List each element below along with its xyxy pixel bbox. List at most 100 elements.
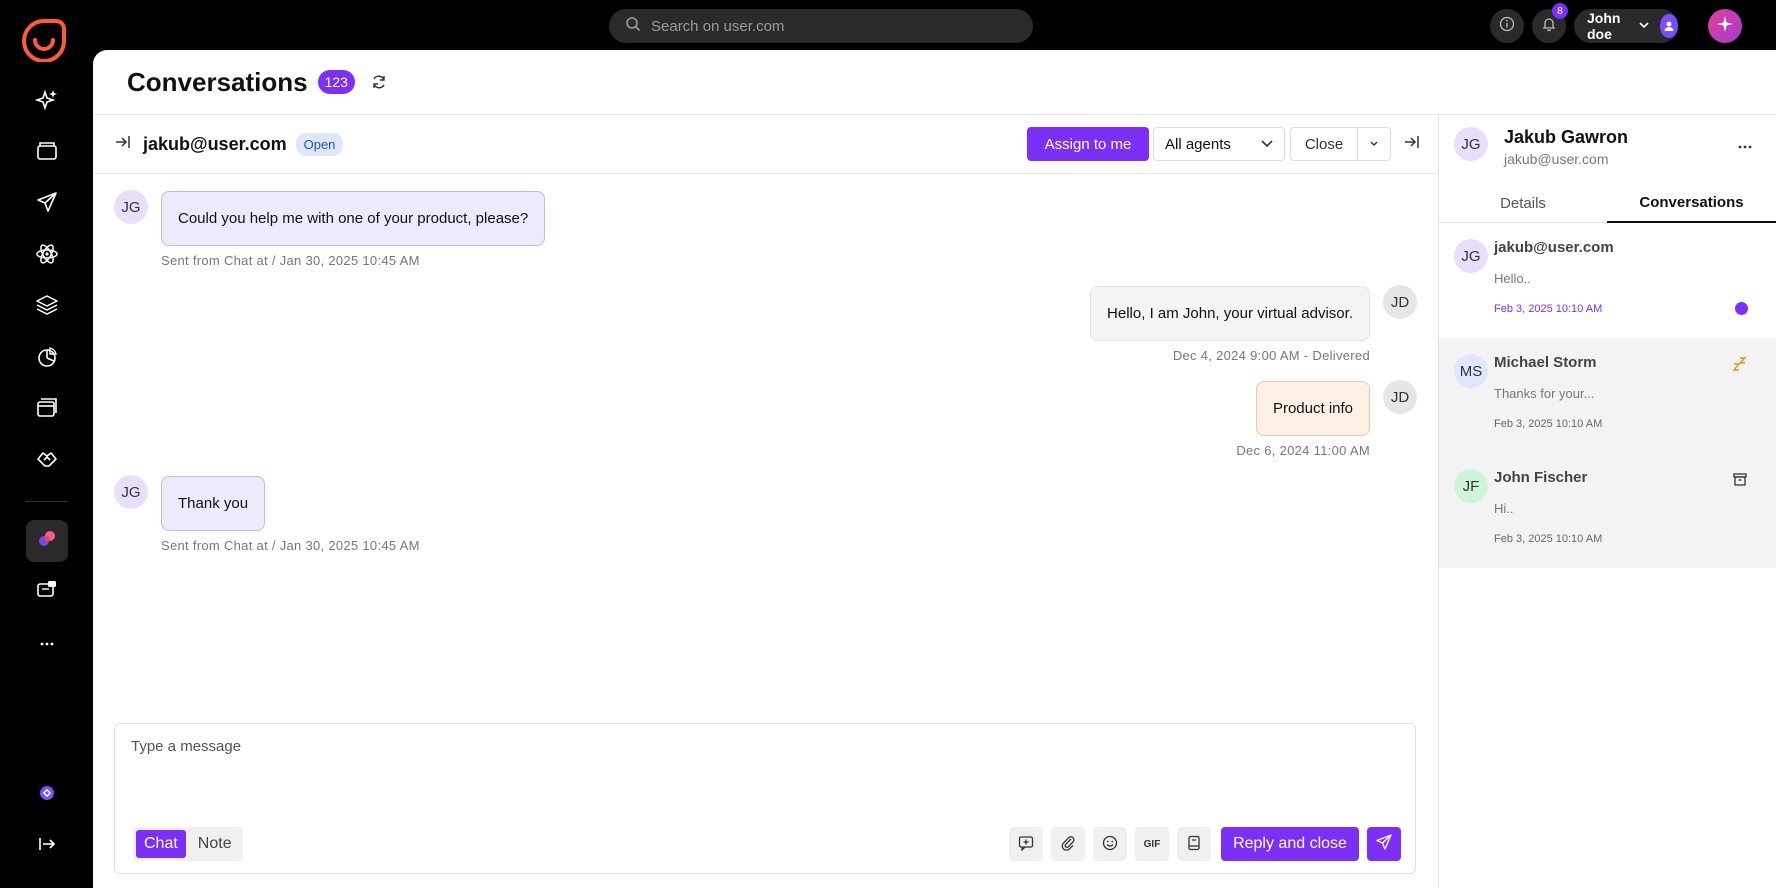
collapse-left-icon[interactable] <box>115 135 131 154</box>
page-title: Conversations <box>127 66 308 97</box>
agents-select[interactable]: All agents <box>1153 127 1285 161</box>
nav-expand[interactable] <box>26 825 68 867</box>
message-input[interactable] <box>131 738 1391 778</box>
chevron-down-icon <box>1638 18 1650 34</box>
sparkle-icon <box>1716 15 1734 38</box>
nav-deals[interactable] <box>26 440 68 482</box>
knowledge-base-button[interactable] <box>1177 827 1211 861</box>
close-options-button[interactable] <box>1358 127 1391 161</box>
windows-icon <box>36 397 58 424</box>
agents-select-value: All agents <box>1165 135 1231 153</box>
tab-conversations[interactable]: Conversations <box>1607 183 1776 223</box>
insert-snippet-button[interactable] <box>1009 827 1043 861</box>
message-bubble: Could you help me with one of your produ… <box>161 191 546 246</box>
nav-pages[interactable] <box>26 389 68 431</box>
message-avatar-jg: JG <box>114 475 148 509</box>
book-icon <box>1187 835 1201 854</box>
message-meta: Dec 6, 2024 11:00 AM <box>1236 443 1370 458</box>
tab-details[interactable]: Details <box>1439 183 1607 223</box>
sparkles-icon <box>34 88 59 117</box>
expand-sidebar-icon <box>38 836 56 857</box>
unread-dot <box>1735 302 1748 315</box>
user-avatar <box>1660 14 1678 38</box>
conversation-count-badge: 123 <box>317 70 355 94</box>
nav-analytics[interactable] <box>26 338 68 380</box>
send-icon <box>1376 833 1392 855</box>
conversation-list-item[interactable]: MS Michael Storm Thanks for your... Feb … <box>1439 338 1776 453</box>
nav-files[interactable] <box>26 132 68 174</box>
conversation-email: jakub@user.com <box>143 133 287 154</box>
conversation-list-item[interactable]: JG jakub@user.com Hello.. Feb 3, 2025 10… <box>1439 223 1776 338</box>
nav-segments[interactable] <box>26 286 68 328</box>
snooze-icon <box>1732 356 1748 377</box>
message-meta: Sent from Chat at / Jan 30, 2025 10:45 A… <box>161 253 420 268</box>
send-button[interactable] <box>1367 827 1401 861</box>
nav-conversations[interactable] <box>26 520 68 562</box>
conversation-header: jakub@user.com Open Assign to me All age… <box>93 115 1438 174</box>
notifications-button[interactable]: 8 <box>1532 3 1568 43</box>
top-bar: 8 John doe <box>0 0 1776 50</box>
ai-assistant-button[interactable] <box>1708 9 1742 43</box>
conversation-snippet: Thanks for your... <box>1494 386 1595 401</box>
folder-icon <box>36 140 58 167</box>
chat-bubbles-icon <box>36 579 58 606</box>
nav-more[interactable] <box>26 622 68 664</box>
message-bubble: Thank you <box>161 476 266 531</box>
assign-to-me-button[interactable]: Assign to me <box>1027 127 1149 161</box>
page-header: Conversations 123 <box>93 50 1776 115</box>
atom-icon <box>35 242 59 271</box>
sidebar <box>0 19 93 888</box>
workspace-icon <box>39 785 55 806</box>
send-icon <box>36 191 58 218</box>
user-name: John doe <box>1587 10 1621 42</box>
nav-ai[interactable] <box>26 81 68 123</box>
archive-icon <box>1732 471 1748 492</box>
gif-button[interactable]: GIF <box>1135 827 1169 861</box>
conversation-contact-name: Michael Storm <box>1494 354 1597 371</box>
message-bubble: Product info <box>1255 381 1370 436</box>
emoji-icon <box>1102 835 1118 854</box>
conversation-list-item[interactable]: JF John Fischer Hi.. Feb 3, 2025 10:10 A… <box>1439 453 1776 568</box>
status-badge: Open <box>295 132 344 156</box>
nav-integrations[interactable] <box>26 235 68 277</box>
layers-icon <box>35 293 59 322</box>
user-menu[interactable]: John doe <box>1574 9 1678 43</box>
conversation-time: Feb 3, 2025 10:10 AM <box>1494 533 1603 545</box>
conversation-avatar: JF <box>1454 469 1488 503</box>
analytics-icon <box>36 346 58 373</box>
mode-tab-chat[interactable]: Chat <box>136 830 186 858</box>
info-button[interactable] <box>1490 9 1524 43</box>
message-avatar-jd: JD <box>1383 380 1417 414</box>
collapse-right-icon[interactable] <box>1404 135 1420 154</box>
conversations-icon <box>36 528 58 555</box>
nav-campaigns[interactable] <box>26 183 68 225</box>
contact-pane: JG Jakub Gawron jakub@user.com Details C… <box>1439 115 1776 888</box>
close-conversation-button[interactable]: Close <box>1290 127 1358 161</box>
more-options-icon[interactable] <box>1737 134 1753 155</box>
notification-count-badge: 8 <box>1552 3 1568 19</box>
contact-avatar: JG <box>1454 127 1488 161</box>
message-avatar-jd: JD <box>1383 285 1417 319</box>
nav-live-chat[interactable] <box>26 571 68 613</box>
mode-tab-note[interactable]: Note <box>190 830 240 858</box>
message-avatar-jg: JG <box>114 190 148 224</box>
message-meta: Dec 4, 2024 9:00 AM - Delivered <box>1172 348 1370 363</box>
composer-mode-tabs: Chat Note <box>133 827 243 861</box>
conversation-time: Feb 3, 2025 10:10 AM <box>1494 418 1603 430</box>
brand-logo[interactable] <box>22 18 67 63</box>
conversation-time: Feb 3, 2025 10:10 AM <box>1494 303 1603 315</box>
bell-icon <box>1541 16 1557 37</box>
reply-and-close-button[interactable]: Reply and close <box>1221 827 1359 861</box>
paperclip-icon <box>1060 835 1076 854</box>
attach-file-button[interactable] <box>1051 827 1085 861</box>
refresh-icon[interactable] <box>371 74 387 90</box>
conversation-avatar: MS <box>1454 354 1488 388</box>
search-input[interactable] <box>651 17 1011 35</box>
conversation-contact-name: John Fischer <box>1494 469 1588 486</box>
sidebar-divider <box>25 501 67 502</box>
nav-workspace[interactable] <box>26 774 68 816</box>
emoji-button[interactable] <box>1093 827 1127 861</box>
message-meta: Sent from Chat at / Jan 30, 2025 10:45 A… <box>161 538 420 553</box>
search-bar[interactable] <box>609 9 1033 43</box>
conversation-snippet: Hi.. <box>1494 501 1514 516</box>
